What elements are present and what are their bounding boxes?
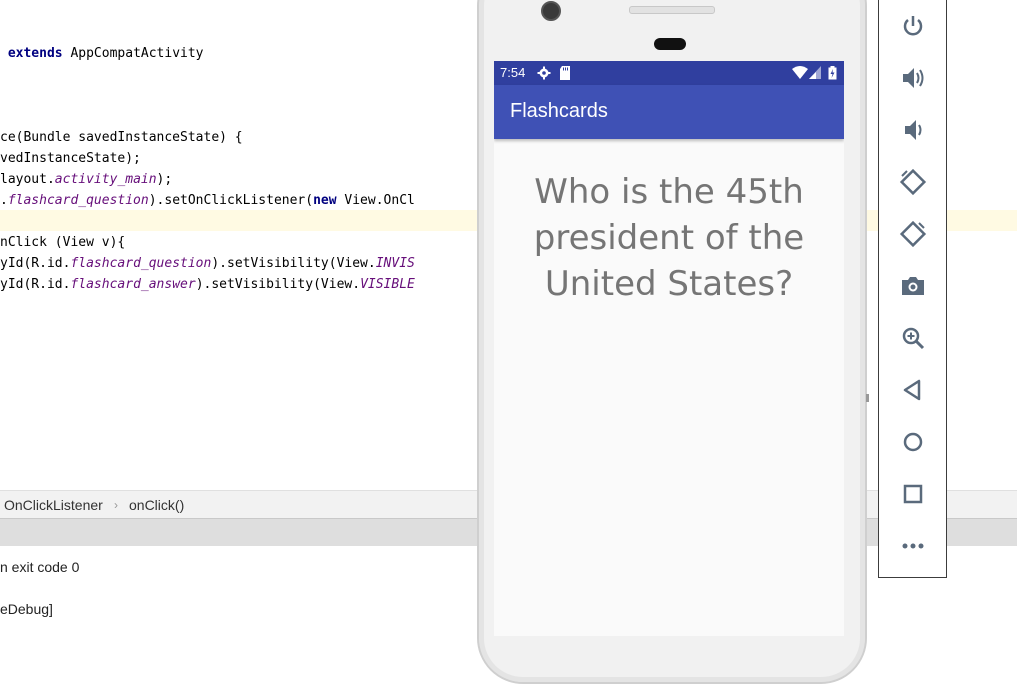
- code-line: yId(R.id.flashcard_question).setVisibili…: [0, 253, 415, 274]
- rotate-left-icon[interactable]: [899, 168, 927, 196]
- code-field: flashcard_answer: [70, 277, 196, 292]
- camera-icon[interactable]: [899, 272, 927, 300]
- emulator-screen[interactable]: 7:54 Flashcards Who is the 45th presiden…: [494, 61, 844, 636]
- code-token: layout.: [0, 172, 55, 187]
- code-line: yId(R.id.flashcard_answer).setVisibility…: [0, 274, 415, 295]
- code-token: ).setVisibility(View.: [211, 256, 376, 271]
- status-bar: 7:54: [494, 61, 844, 85]
- code-line: nClick (View v){: [0, 232, 125, 253]
- code-field: flashcard_question: [70, 256, 212, 271]
- code-line: vedInstanceState);: [0, 148, 141, 169]
- console-line: n exit code 0: [0, 559, 80, 575]
- overview-icon[interactable]: [899, 480, 927, 508]
- settings-gear-icon: [537, 66, 551, 83]
- code-token: ).setOnClickListener(: [148, 193, 314, 208]
- code-token: yId(R.id.: [0, 256, 71, 271]
- earpiece-speaker: [629, 6, 715, 14]
- home-icon[interactable]: [899, 428, 927, 456]
- emulator-toolbar: [878, 0, 947, 578]
- code-field: VISIBLE: [360, 277, 415, 292]
- flashcard-question[interactable]: Who is the 45th president of the United …: [514, 169, 824, 307]
- code-field: flashcard_question: [7, 193, 149, 208]
- wifi-icon: [792, 66, 808, 82]
- code-token: View.OnCl: [336, 193, 415, 208]
- code-token: ).setVisibility(View.: [195, 277, 361, 292]
- code-field: activity_main: [54, 172, 157, 187]
- zoom-icon[interactable]: [899, 324, 927, 352]
- app-title: Flashcards: [510, 100, 608, 122]
- cell-signal-icon: [809, 66, 821, 82]
- sd-card-icon: [559, 66, 571, 83]
- code-token: nClick (View v){: [0, 235, 126, 250]
- more-icon[interactable]: [899, 532, 927, 560]
- code-keyword: new: [313, 193, 337, 208]
- power-icon[interactable]: [899, 12, 927, 40]
- battery-icon: [828, 66, 837, 83]
- breadcrumb-item-onclicklistener[interactable]: OnClickListener: [4, 491, 103, 519]
- code-token: .: [0, 193, 8, 208]
- volume-up-icon[interactable]: [899, 64, 927, 92]
- breadcrumb-item-onclick[interactable]: onClick(): [129, 491, 184, 519]
- console-line: eDebug]: [0, 601, 53, 617]
- breadcrumb-separator: ›: [114, 498, 118, 512]
- code-token: yId(R.id.: [0, 277, 71, 292]
- code-line: ce(Bundle savedInstanceState) {: [0, 127, 243, 148]
- status-time: 7:54: [500, 65, 526, 80]
- volume-down-icon[interactable]: [899, 116, 927, 144]
- code-line: .flashcard_question).setOnClickListener(…: [0, 190, 415, 211]
- code-field: INVIS: [375, 256, 415, 271]
- front-camera: [541, 1, 561, 21]
- proximity-sensor: [654, 38, 686, 50]
- back-icon[interactable]: [899, 376, 927, 404]
- code-token: vedInstanceState);: [0, 151, 141, 166]
- code-token: AppCompatActivity: [62, 46, 204, 61]
- rotate-right-icon[interactable]: [899, 220, 927, 248]
- code-line: extends AppCompatActivity: [0, 43, 204, 64]
- editor-scroll-marker: [866, 394, 869, 402]
- code-line: layout.activity_main);: [0, 169, 172, 190]
- code-token: );: [156, 172, 173, 187]
- code-keyword: extends: [0, 46, 63, 61]
- code-token: ce(Bundle savedInstanceState) {: [0, 130, 243, 145]
- app-bar: Flashcards: [494, 85, 844, 139]
